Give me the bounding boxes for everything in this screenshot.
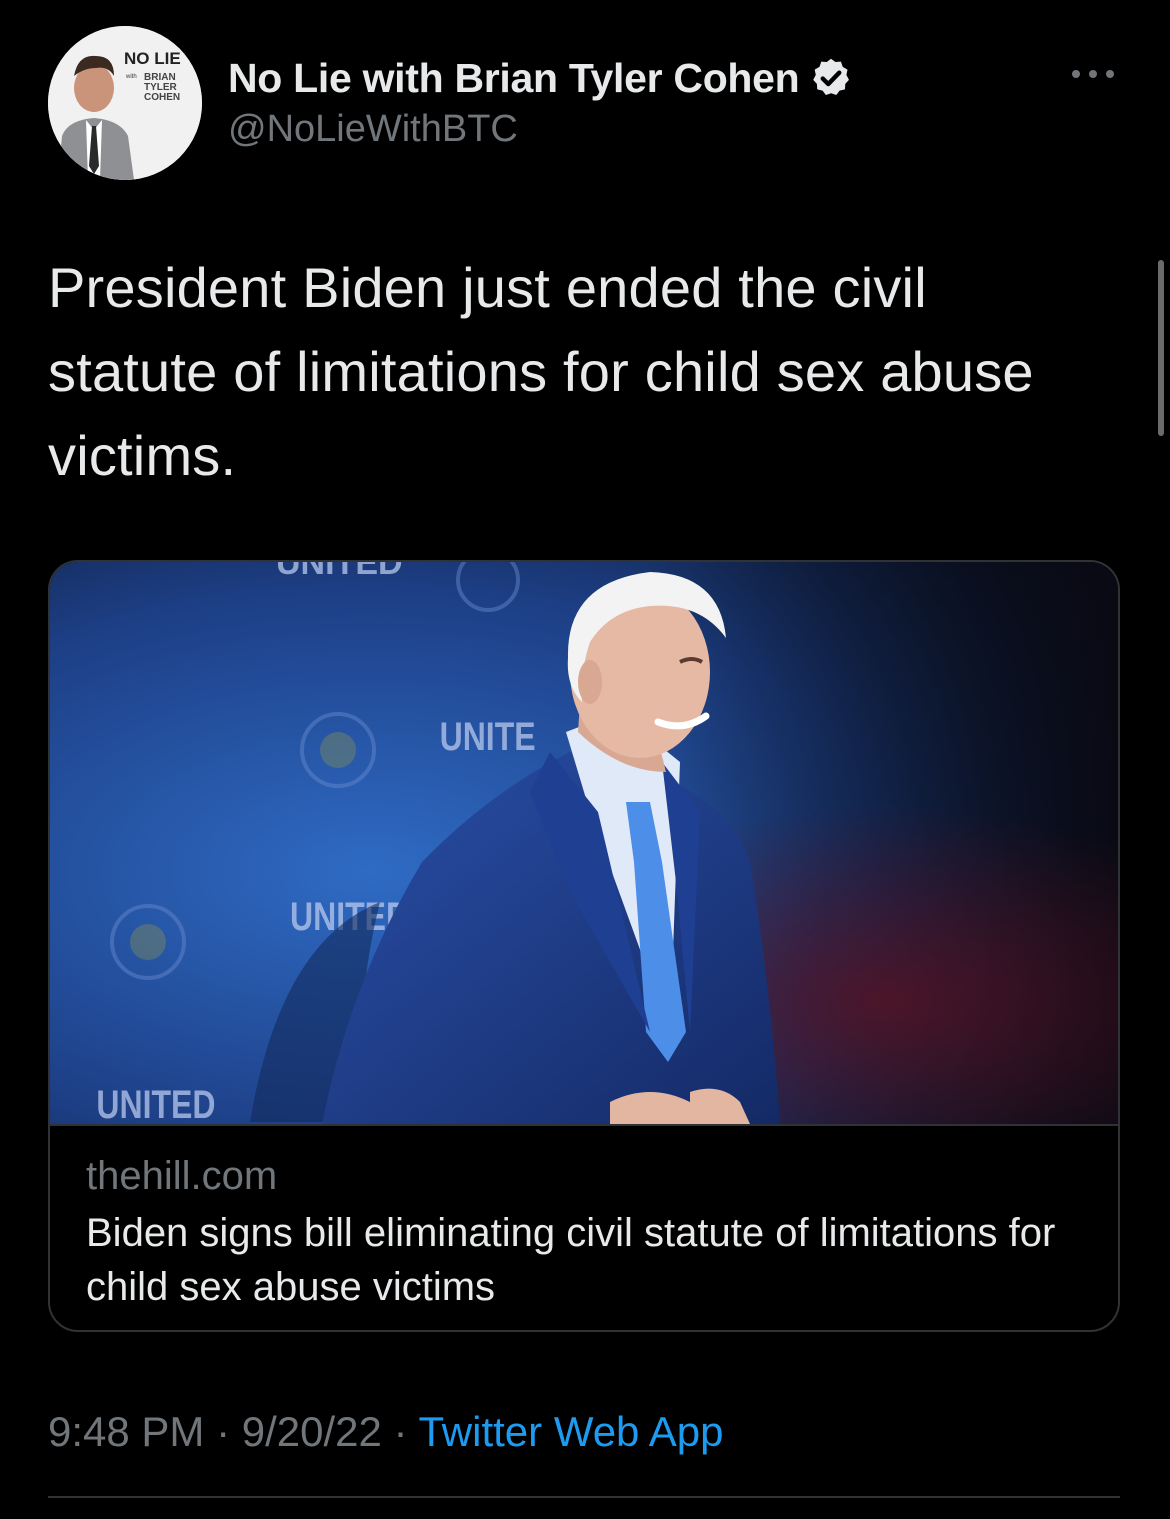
avatar-logo-text: NO LIE: [124, 49, 181, 68]
backdrop-text: UNITE: [440, 714, 536, 759]
backdrop-text: UNITED: [96, 1082, 215, 1124]
card-image[interactable]: UNITED UNITE UNITED UNITED: [50, 562, 1118, 1124]
card-photo: UNITED UNITE UNITED UNITED: [50, 562, 1118, 1124]
svg-text:COHEN: COHEN: [144, 92, 180, 103]
tweet: NO LIE with BRIAN TYLER COHEN No Lie wit…: [0, 0, 1170, 1519]
card-divider: [50, 1124, 1118, 1126]
card-domain: thehill.com: [86, 1154, 278, 1198]
meta-separator: ·: [204, 1408, 242, 1455]
tweet-meta: 9:48 PM · 9/20/22 · Twitter Web App: [48, 1408, 724, 1456]
verified-badge-icon: [813, 58, 850, 96]
link-card[interactable]: UNITED UNITE UNITED UNITED thehill.com B…: [48, 560, 1120, 1332]
more-options-icon[interactable]: [1068, 64, 1118, 84]
backdrop-text: UNITED: [276, 562, 403, 582]
bottom-divider: [48, 1496, 1120, 1498]
tweet-time[interactable]: 9:48 PM: [48, 1408, 204, 1455]
author-avatar[interactable]: NO LIE with BRIAN TYLER COHEN: [48, 26, 202, 180]
tweet-date[interactable]: 9/20/22: [242, 1408, 382, 1455]
scrollbar[interactable]: [1158, 260, 1164, 436]
author-display-name[interactable]: No Lie with Brian Tyler Cohen: [228, 55, 800, 102]
card-title: Biden signs bill eliminating civil statu…: [86, 1211, 1056, 1309]
author-handle[interactable]: @NoLieWithBTC: [228, 108, 518, 151]
avatar-image: NO LIE with BRIAN TYLER COHEN: [48, 26, 202, 180]
tweet-source-link[interactable]: Twitter Web App: [418, 1408, 723, 1455]
author-name-row[interactable]: No Lie with Brian Tyler Cohen: [228, 50, 853, 106]
meta-separator: ·: [381, 1408, 419, 1455]
svg-text:with: with: [125, 74, 137, 80]
tweet-text: President Biden just ended the civil sta…: [48, 256, 1034, 487]
